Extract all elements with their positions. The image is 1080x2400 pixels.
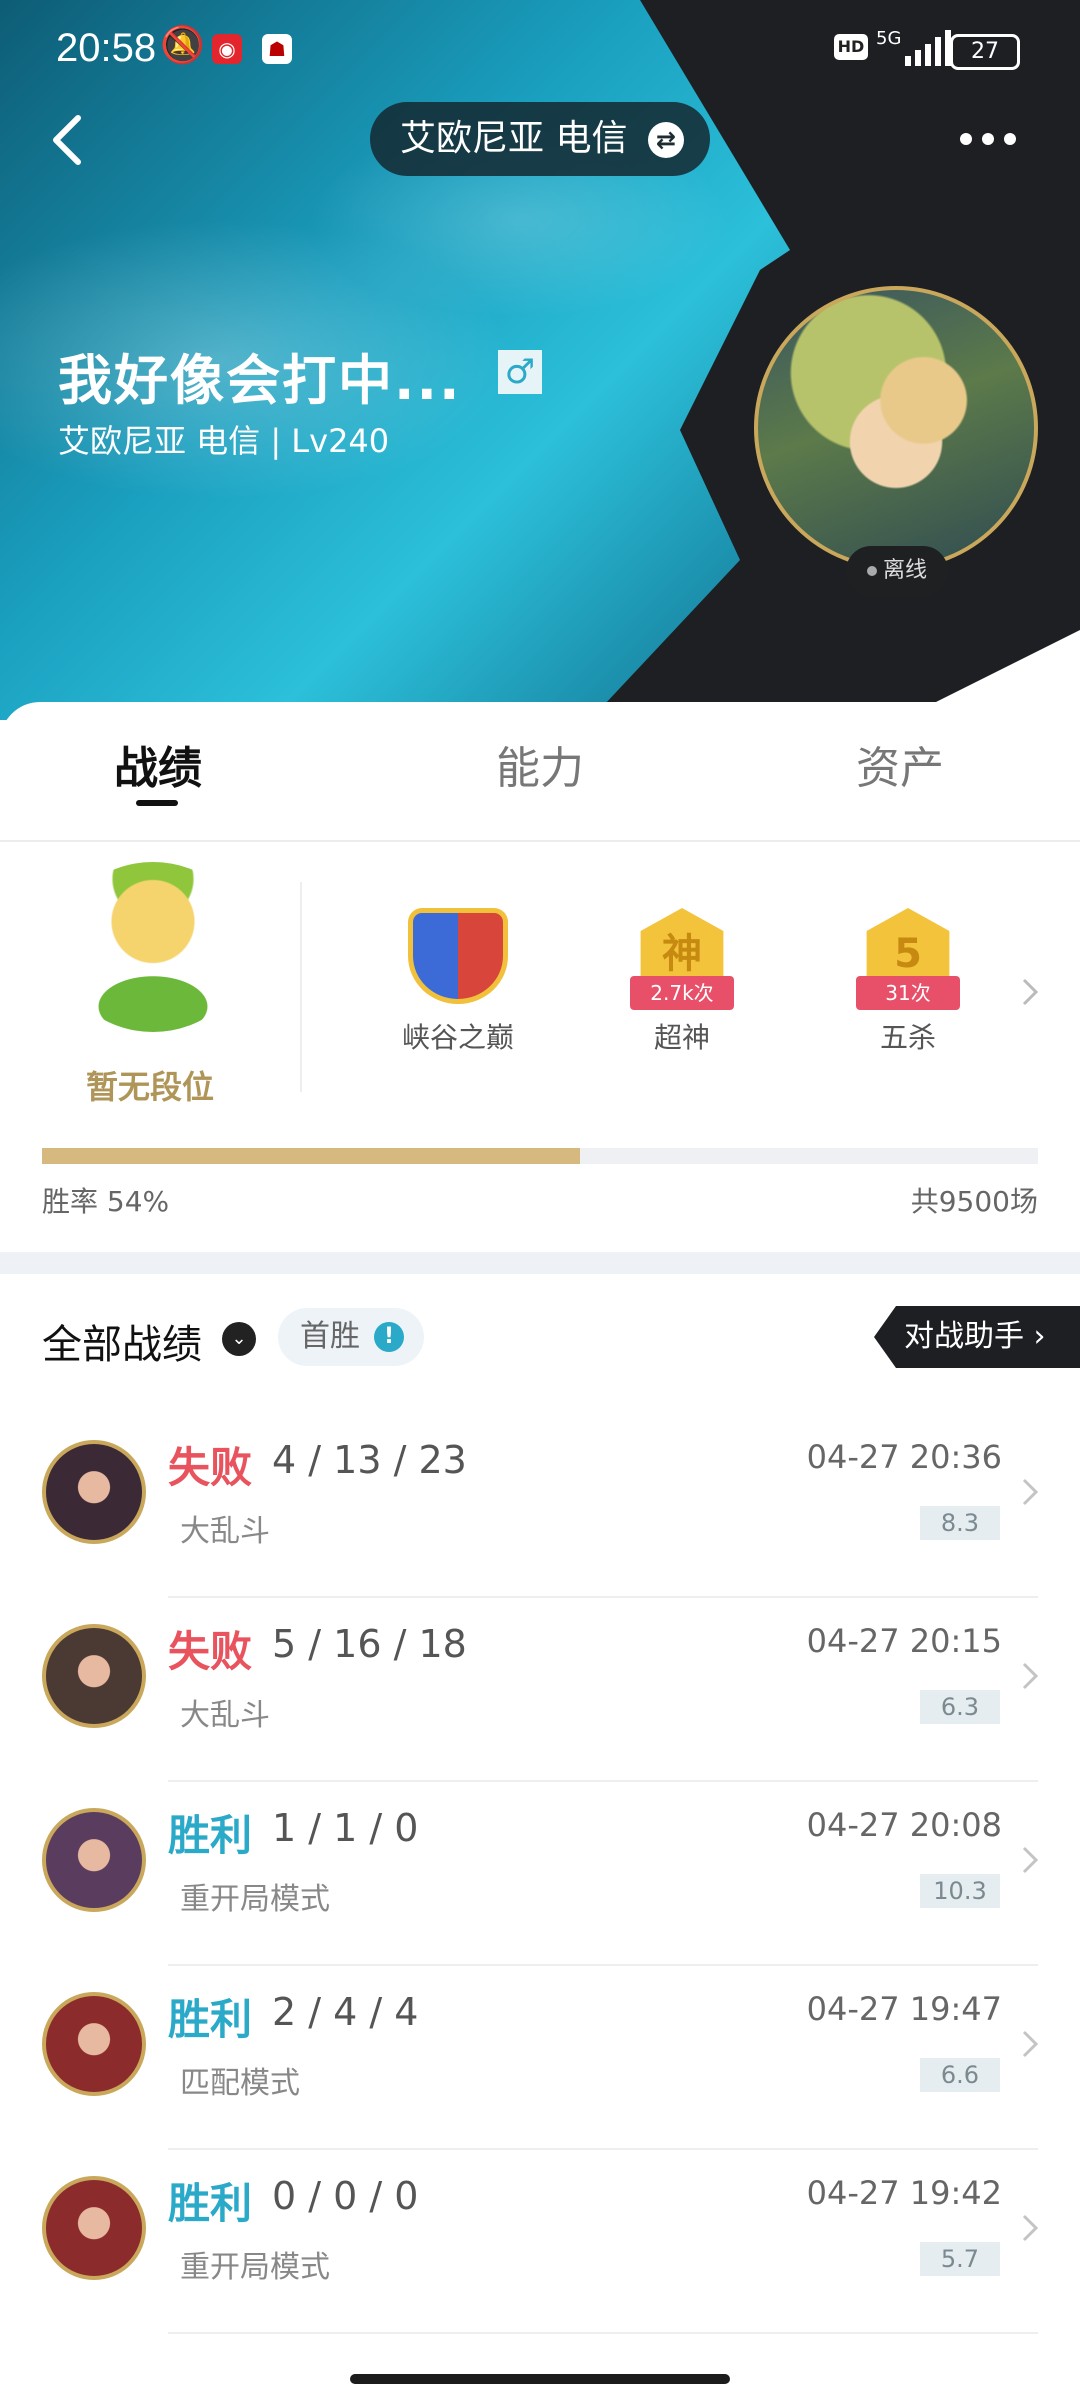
winrate-fill: [42, 1148, 580, 1164]
hero-avatar: [42, 1992, 146, 2096]
info-icon: !: [374, 1322, 404, 1352]
profile-tabs: 战绩 能力 资产: [0, 702, 1080, 842]
match-list: 失败 4 / 13 / 23 大乱斗 04-27 20:36 8.3 失败 5 / 16 /…: [0, 1414, 1080, 2334]
match-score: 10.3: [920, 1874, 1000, 1908]
chevron-right-icon[interactable]: [1018, 972, 1042, 1012]
honor-label: 超神: [653, 1021, 710, 1054]
more-icon[interactable]: [960, 130, 1030, 150]
match-row[interactable]: 胜利 0 / 0 / 0 重开局模式 04-27 19:42 5.7: [0, 2150, 1080, 2334]
status-label: 离线: [882, 558, 927, 583]
status-bar: 20:58 🔕 ◉ ☗ HD 5G 27: [0, 0, 1080, 100]
chevron-right-icon: [1022, 1662, 1039, 1690]
total-games: 共9500场: [910, 1185, 1038, 1218]
tab-underline: [136, 800, 178, 806]
status-time: 20:58: [56, 26, 157, 70]
hero-avatar: [42, 1440, 146, 1544]
chevron-right-icon: [1022, 1478, 1039, 1506]
rank-label: 暂无段位: [85, 1068, 214, 1106]
chevron-right-icon: [1022, 1846, 1039, 1874]
match-score: 8.3: [920, 1506, 1000, 1540]
netease-music-icon: ◉: [212, 34, 242, 64]
male-gender-icon: ♂: [498, 350, 542, 394]
match-mode: 大乱斗: [180, 1514, 270, 1549]
winrate-text: 胜率 54%: [42, 1185, 170, 1218]
chevron-down-icon[interactable]: ⌄: [222, 1322, 256, 1356]
match-result: 胜利: [168, 1811, 253, 1860]
match-row[interactable]: 胜利 2 / 4 / 4 匹配模式 04-27 19:47 6.6: [0, 1966, 1080, 2150]
home-indicator[interactable]: [350, 2374, 730, 2384]
winrate-bar: [42, 1148, 1038, 1164]
match-score: 6.3: [920, 1690, 1000, 1724]
hd-icon: HD: [834, 34, 868, 60]
match-result: 失败: [168, 1627, 253, 1676]
rank-divider: [300, 882, 302, 1092]
player-server-level: 艾欧尼亚 电信 | Lv240: [58, 422, 390, 460]
match-score: 6.6: [920, 2058, 1000, 2092]
player-avatar[interactable]: [754, 286, 1038, 570]
honor-peak[interactable]: 峡谷之巅: [388, 908, 528, 1056]
match-row[interactable]: 胜利 1 / 1 / 0 重开局模式 04-27 20:08 10.3: [0, 1782, 1080, 1966]
server-label: 艾欧尼亚 电信: [400, 118, 628, 159]
honor-count: 2.7k次: [630, 976, 734, 1010]
match-time: 04-27 19:47: [806, 1990, 1002, 2028]
match-header: 全部战绩 ⌄ 首胜 ! 对战助手 ›: [0, 1274, 1080, 1414]
honor-count: 31次: [856, 976, 960, 1010]
match-kda: 4 / 13 / 23: [272, 1438, 467, 1482]
pentakill-badge-icon: 5 31次: [853, 908, 963, 1010]
switch-icon: ⇄: [648, 122, 684, 158]
match-time: 04-27 20:08: [806, 1806, 1002, 1844]
battery-icon: 27: [950, 34, 1020, 70]
rank-honor-section: 暂无段位 峡谷之巅 神 2.7k次 超神 5 31次 五杀 胜率 54% 共95…: [0, 842, 1080, 1252]
honor-pentakill[interactable]: 5 31次 五杀: [838, 908, 978, 1056]
status-badge: 离线: [846, 546, 948, 596]
match-time: 04-27 19:42: [806, 2174, 1002, 2212]
back-icon[interactable]: [40, 110, 100, 170]
rank-mascot-icon[interactable]: [58, 862, 248, 1032]
app-notification-icon: ☗: [262, 34, 292, 64]
peak-badge-icon: [403, 908, 513, 1008]
match-result: 胜利: [168, 2179, 253, 2228]
player-name: 我好像会打中...: [58, 349, 462, 412]
row-divider: [168, 2332, 1038, 2334]
status-dot-icon: [866, 566, 877, 576]
hero-avatar: [42, 1808, 146, 1912]
honor-label: 峡谷之巅: [401, 1021, 514, 1054]
match-kda: 1 / 1 / 0: [272, 1806, 419, 1850]
match-time: 04-27 20:15: [806, 1622, 1002, 1660]
match-filter-title[interactable]: 全部战绩: [42, 1312, 202, 1370]
mute-bell-icon: 🔕: [160, 25, 205, 66]
honor-legendary[interactable]: 神 2.7k次 超神: [612, 908, 752, 1056]
match-kda: 5 / 16 / 18: [272, 1622, 467, 1666]
tab-record[interactable]: 战绩: [58, 732, 258, 796]
profile-header: 20:58 🔕 ◉ ☗ HD 5G 27 艾欧尼亚 电信 ⇄ 我好像会打中...…: [0, 0, 1080, 720]
section-divider: [0, 1252, 1080, 1274]
hero-avatar: [42, 2176, 146, 2280]
match-mode: 匹配模式: [180, 2066, 300, 2101]
match-result: 胜利: [168, 1995, 253, 2044]
match-mode: 大乱斗: [180, 1698, 270, 1733]
match-kda: 0 / 0 / 0: [272, 2174, 419, 2218]
battle-assistant-button[interactable]: 对战助手 ›: [874, 1306, 1080, 1368]
match-kda: 2 / 4 / 4: [272, 1990, 419, 2034]
tab-assets[interactable]: 资产: [800, 732, 1000, 796]
chevron-right-icon: [1022, 2030, 1039, 2058]
legendary-badge-icon: 神 2.7k次: [627, 908, 737, 1010]
honor-label: 五杀: [879, 1021, 936, 1054]
server-switch-pill[interactable]: 艾欧尼亚 电信 ⇄: [370, 102, 710, 176]
match-result: 失败: [168, 1443, 253, 1492]
network-type-icon: 5G: [876, 28, 902, 49]
first-win-label: 首胜: [300, 1319, 360, 1354]
match-mode: 重开局模式: [180, 1882, 330, 1917]
match-row[interactable]: 失败 4 / 13 / 23 大乱斗 04-27 20:36 8.3: [0, 1414, 1080, 1598]
first-win-chip[interactable]: 首胜 !: [278, 1308, 424, 1366]
match-score: 5.7: [920, 2242, 1000, 2276]
tab-ability[interactable]: 能力: [440, 732, 640, 796]
match-time: 04-27 20:36: [806, 1438, 1002, 1476]
chevron-right-icon: [1022, 2214, 1039, 2242]
match-row[interactable]: 失败 5 / 16 / 18 大乱斗 04-27 20:15 6.3: [0, 1598, 1080, 1782]
hero-avatar: [42, 1624, 146, 1728]
match-mode: 重开局模式: [180, 2250, 330, 2285]
